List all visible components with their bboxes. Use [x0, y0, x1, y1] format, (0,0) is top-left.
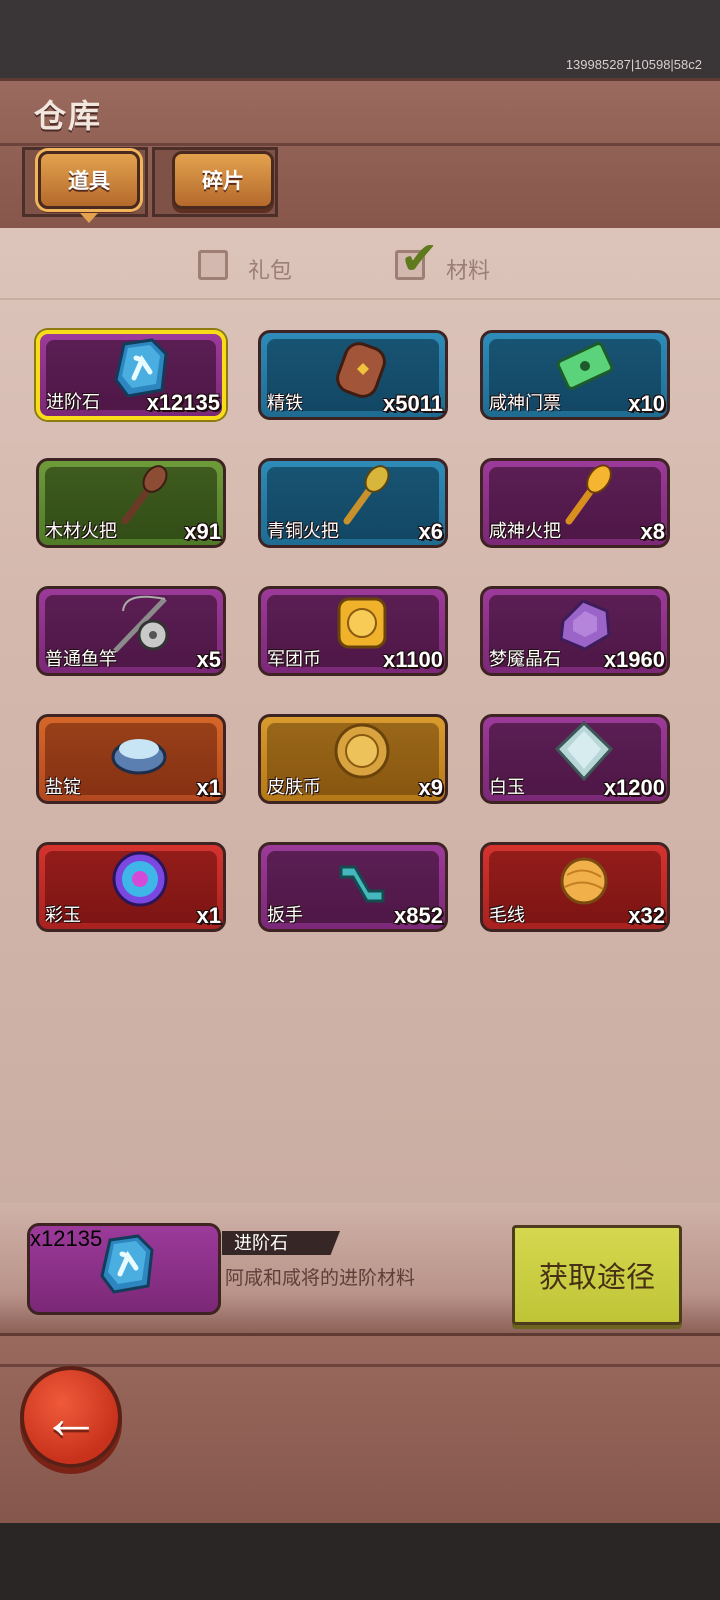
item-name: 盐锭 — [45, 777, 81, 797]
tab-items[interactable]: 道具 — [38, 151, 140, 209]
item-name: 咸神火把 — [489, 521, 561, 541]
item-count: x91 — [184, 519, 221, 544]
item-name: 木材火把 — [45, 521, 117, 541]
item-count: x9 — [418, 775, 443, 800]
bottom-bar — [0, 1523, 720, 1600]
salt-ingot-icon — [111, 739, 167, 775]
checkmark-icon: ✔ — [400, 232, 439, 284]
material-label: 材料 — [446, 258, 491, 283]
yarn-ball-icon — [560, 857, 608, 905]
item-card[interactable]: 进阶石 x12135 — [36, 330, 226, 420]
item-count: x1 — [196, 775, 221, 800]
item-name: 毛线 — [489, 905, 525, 925]
item-count: x1100 — [383, 647, 443, 672]
white-jade-icon — [554, 720, 614, 782]
legion-coin-icon — [337, 597, 387, 649]
obtain-method-button[interactable]: 获取途径 — [512, 1225, 682, 1325]
detail-item-name: 进阶石 — [222, 1231, 340, 1255]
item-card[interactable]: 白玉 x1200 — [480, 714, 670, 804]
item-name: 彩玉 — [45, 905, 81, 925]
iron-ingot-icon — [336, 342, 386, 398]
item-count: x12135 — [146, 390, 220, 415]
item-card[interactable]: 咸神门票 x10 — [480, 330, 670, 420]
item-card[interactable]: 咸神火把 x8 — [480, 458, 670, 548]
item-count: x5 — [196, 647, 221, 672]
build-id-text: 139985287|10598|58c2 — [565, 57, 702, 72]
item-card[interactable]: 彩玉 x1 — [36, 842, 226, 932]
rainbow-jade-icon — [112, 851, 168, 907]
item-count: x852 — [394, 903, 443, 928]
item-card[interactable]: 精铁 x5011 — [258, 330, 448, 420]
item-count: x5011 — [383, 391, 443, 416]
item-name: 精铁 — [267, 393, 303, 413]
page-title: 仓库 — [34, 98, 103, 134]
item-card[interactable]: 木材火把 x91 — [36, 458, 226, 548]
item-count: x10 — [628, 391, 665, 416]
item-name: 普通鱼竿 — [45, 649, 117, 669]
rune-stone-icon — [100, 1234, 154, 1294]
footer-plank-divider — [0, 1364, 720, 1367]
item-card[interactable]: 梦魇晶石 x1960 — [480, 586, 670, 676]
item-count: x32 — [628, 903, 665, 928]
detail-item-description: 阿咸和咸将的进阶材料 — [225, 1268, 416, 1289]
tab-selected-pointer-icon — [80, 213, 98, 223]
item-name: 青铜火把 — [267, 521, 339, 541]
back-button[interactable]: ← — [20, 1366, 122, 1468]
item-count: x6 — [418, 519, 443, 544]
status-strip: 139985287|10598|58c2 — [0, 0, 720, 80]
item-name: 咸神门票 — [489, 393, 561, 413]
tab-fragments[interactable]: 碎片 — [172, 151, 274, 209]
item-name: 梦魇晶石 — [489, 649, 561, 669]
gift-pack-checkbox[interactable] — [198, 250, 228, 280]
item-card[interactable]: 青铜火把 x6 — [258, 458, 448, 548]
item-name: 扳手 — [267, 905, 303, 925]
item-card[interactable]: 扳手 x852 — [258, 842, 448, 932]
wrench-icon — [339, 865, 385, 903]
item-detail-panel: x12135 进阶石 阿咸和咸将的进阶材料 获取途径 — [0, 1203, 720, 1333]
material-checkbox[interactable]: ✔ — [395, 235, 439, 281]
item-card[interactable]: 军团币 x1100 — [258, 586, 448, 676]
item-count: x1 — [196, 903, 221, 928]
item-count: x1960 — [603, 647, 665, 672]
skin-coin-icon — [334, 723, 390, 779]
plank-divider — [0, 143, 720, 146]
item-card[interactable]: 普通鱼竿 x5 — [36, 586, 226, 676]
header-panel: 仓库 道具 碎片 — [0, 78, 720, 231]
detail-item-card: x12135 — [27, 1223, 221, 1315]
item-count: x8 — [640, 519, 665, 544]
item-name: 军团币 — [267, 649, 321, 669]
back-arrow-icon: ← — [41, 1383, 101, 1451]
item-count: x1200 — [603, 775, 665, 800]
gift-pack-label: 礼包 — [248, 258, 293, 283]
footer-panel: ← — [0, 1333, 720, 1526]
filter-row: 礼包 ✔ 材料 — [0, 228, 720, 300]
item-card[interactable]: 毛线 x32 — [480, 842, 670, 932]
item-card[interactable]: 盐锭 x1 — [36, 714, 226, 804]
item-card[interactable]: 皮肤币 x9 — [258, 714, 448, 804]
item-name: 白玉 — [489, 777, 525, 797]
item-name: 进阶石 — [46, 392, 100, 412]
item-name: 皮肤币 — [267, 777, 321, 797]
inventory-panel: 礼包 ✔ 材料 进阶石 x12135 精铁 x5011 咸神门票 x10 木材火把 x91 青铜… — [0, 228, 720, 1203]
